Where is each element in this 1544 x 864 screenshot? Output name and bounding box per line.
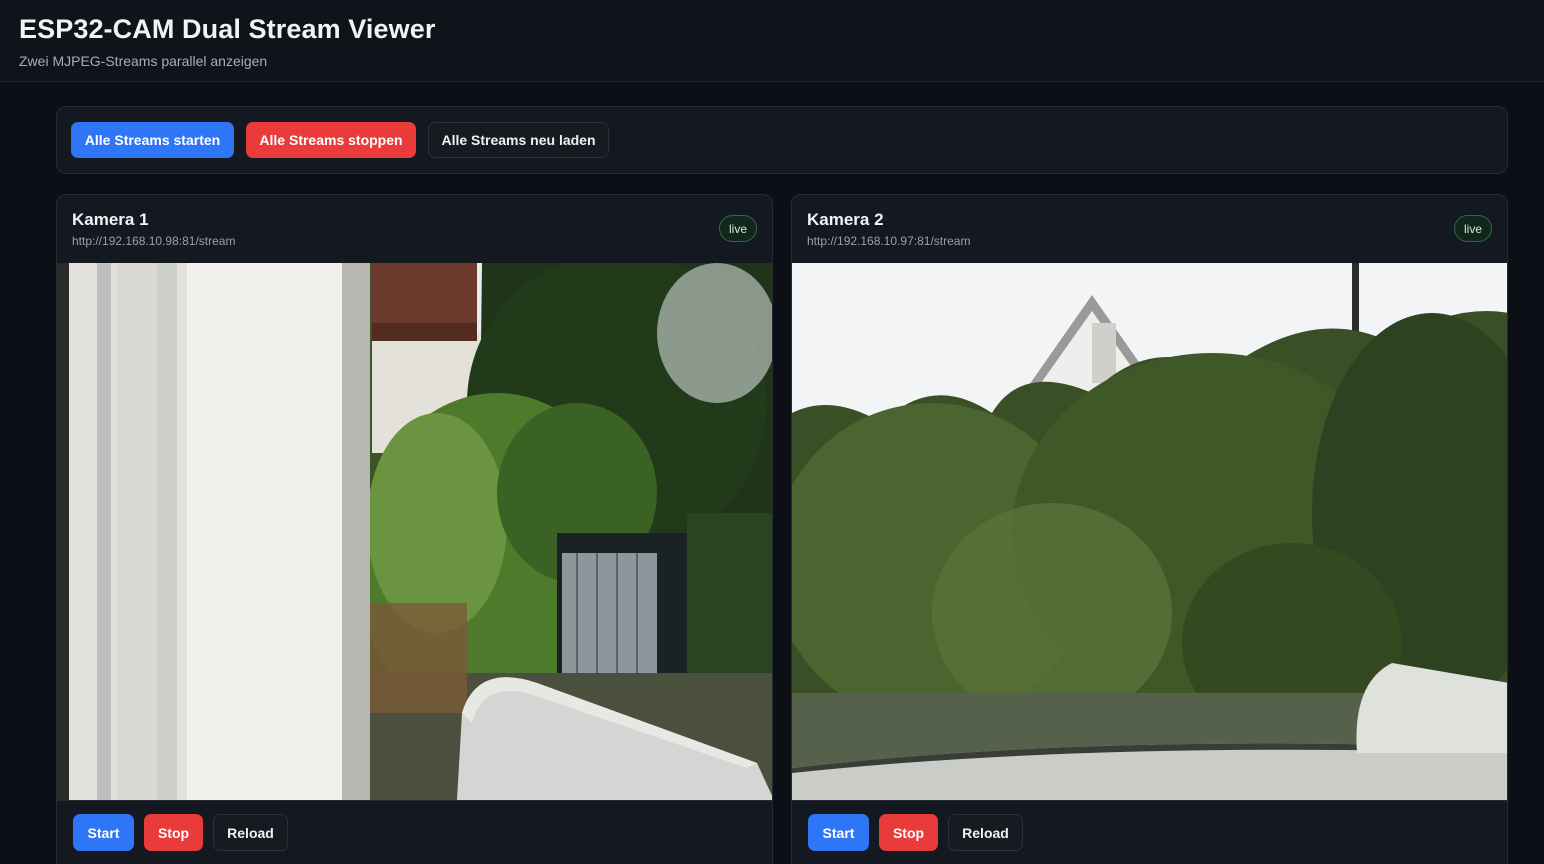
camera-controls-1: Start Stop Reload bbox=[57, 800, 772, 864]
app-header: ESP32-CAM Dual Stream Viewer Zwei MJPEG-… bbox=[0, 0, 1544, 82]
status-badge: live bbox=[1454, 215, 1492, 242]
reload-button[interactable]: Reload bbox=[948, 814, 1023, 851]
start-button[interactable]: Start bbox=[808, 814, 869, 851]
page-title: ESP32-CAM Dual Stream Viewer bbox=[19, 14, 436, 44]
stop-button[interactable]: Stop bbox=[144, 814, 203, 851]
camera-url: http://192.168.10.97:81/stream bbox=[807, 234, 971, 248]
reload-all-streams-button[interactable]: Alle Streams neu laden bbox=[428, 122, 609, 158]
camera-controls-2: Start Stop Reload bbox=[792, 800, 1507, 864]
stream-image-2 bbox=[792, 263, 1507, 800]
stop-all-streams-button[interactable]: Alle Streams stoppen bbox=[246, 122, 416, 158]
start-all-streams-button[interactable]: Alle Streams starten bbox=[71, 122, 234, 158]
stream-image-1 bbox=[57, 263, 772, 800]
camera-title: Kamera 2 bbox=[807, 210, 884, 229]
camera-card-2: Kamera 2 http://192.168.10.97:81/stream … bbox=[791, 194, 1508, 864]
page-subtitle: Zwei MJPEG-Streams parallel anzeigen bbox=[19, 53, 268, 69]
camera-stream-1 bbox=[57, 263, 772, 800]
start-button[interactable]: Start bbox=[73, 814, 134, 851]
global-controls: Alle Streams starten Alle Streams stoppe… bbox=[56, 106, 1508, 174]
status-badge: live bbox=[719, 215, 757, 242]
camera-card-1: Kamera 1 http://192.168.10.98:81/stream … bbox=[56, 194, 773, 864]
reload-button[interactable]: Reload bbox=[213, 814, 288, 851]
stop-button[interactable]: Stop bbox=[879, 814, 938, 851]
camera-stream-2 bbox=[792, 263, 1507, 800]
camera-title: Kamera 1 bbox=[72, 210, 149, 229]
camera-url: http://192.168.10.98:81/stream bbox=[72, 234, 236, 248]
